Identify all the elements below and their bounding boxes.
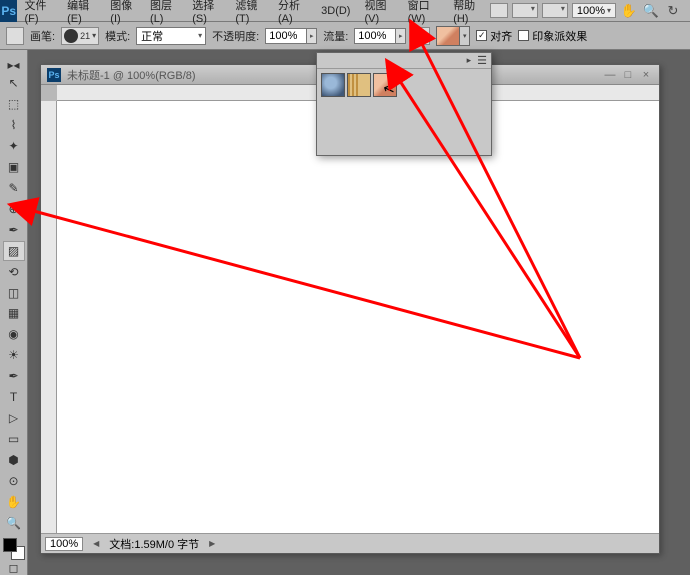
toolbox: ▸◂ ↖ ⬚ ⌇ ✦ ▣ ✎ ⊕ ✒ ▨ ⟲ ◫ ▦ ◉ ☀ ✒ T ▷ ▭ ⬢… <box>0 50 28 575</box>
pen-tool[interactable]: ✒ <box>3 366 25 386</box>
menubar-right: 100% ✋ 🔍 ↻ <box>490 2 690 20</box>
align-label: 对齐 <box>490 28 512 44</box>
zoom-tool[interactable]: 🔍 <box>3 513 25 533</box>
eyedropper-tool[interactable]: ✎ <box>3 178 25 198</box>
impressionist-label: 印象派效果 <box>532 28 587 44</box>
options-bar: 画笔: 21 ▾ 模式: 正常 不透明度: 100% ▸ 流量: 100% ▸ … <box>0 22 690 50</box>
mode-value: 正常 <box>141 28 163 44</box>
chevron-down-icon: ▾ <box>92 31 96 40</box>
pattern-thumb[interactable] <box>321 73 345 97</box>
menu-help[interactable]: 帮助(H) <box>446 0 490 25</box>
pattern-thumb[interactable] <box>347 73 371 97</box>
type-tool[interactable]: T <box>3 387 25 407</box>
zoom-status[interactable]: 100% <box>45 537 83 551</box>
zoom-status-value: 100% <box>50 538 78 550</box>
quickmask-toggle[interactable]: ◻ <box>3 561 25 575</box>
document-body <box>41 101 659 533</box>
flow-label: 流量: <box>323 28 348 44</box>
checkbox-icon <box>518 30 529 41</box>
canvas[interactable] <box>57 101 659 533</box>
path-tool[interactable]: ▷ <box>3 408 25 428</box>
status-bar: 100% ◀ 文档:1.59M/0 字节 ▶ <box>41 533 659 553</box>
pattern-picker-popup: ▸ ☰ ↖ <box>316 52 492 156</box>
blur-tool[interactable]: ◉ <box>3 324 25 344</box>
dodge-tool[interactable]: ☀ <box>3 345 25 365</box>
opacity-input[interactable]: 100% <box>265 28 307 44</box>
zoom-tool-icon[interactable]: 🔍 <box>642 2 660 20</box>
hand-tool-icon[interactable]: ✋ <box>620 2 638 20</box>
foreground-swatch[interactable] <box>3 538 17 552</box>
mode-dropdown[interactable]: 正常 <box>136 27 206 45</box>
rotate-view-icon[interactable]: ↻ <box>664 2 682 20</box>
lasso-tool[interactable]: ⌇ <box>3 115 25 135</box>
shape-tool[interactable]: ▭ <box>3 429 25 449</box>
magic-wand-tool[interactable]: ✦ <box>3 136 25 156</box>
tool-preset-picker[interactable] <box>6 27 24 45</box>
popup-arrow-icon[interactable]: ▸ <box>467 55 472 66</box>
move-tool[interactable]: ↖ <box>3 73 25 93</box>
close-button[interactable]: × <box>639 69 653 81</box>
menu-layer[interactable]: 图层(L) <box>143 0 185 25</box>
popup-header: ▸ ☰ <box>317 53 491 69</box>
flow-value: 100% <box>358 30 386 42</box>
brush-tool[interactable]: ✒ <box>3 220 25 240</box>
eraser-tool[interactable]: ◫ <box>3 283 25 303</box>
marquee-tool[interactable]: ⬚ <box>3 94 25 114</box>
3d-camera-tool[interactable]: ⊙ <box>3 471 25 491</box>
zoom-value: 100% <box>577 5 605 17</box>
menu-file[interactable]: 文件(F) <box>17 0 60 25</box>
align-checkbox[interactable]: ✓ 对齐 <box>476 28 512 44</box>
menu-window[interactable]: 窗口(W) <box>401 0 447 25</box>
opacity-arrow[interactable]: ▸ <box>307 28 317 44</box>
opacity-label: 不透明度: <box>212 28 259 44</box>
flow-input[interactable]: 100% <box>354 28 396 44</box>
ps-icon: Ps <box>47 68 61 82</box>
arrange-docs-dropdown[interactable] <box>512 3 538 18</box>
menu-3d[interactable]: 3D(D) <box>314 5 357 17</box>
stamp-tool[interactable]: ▨ <box>3 241 25 261</box>
brush-picker[interactable]: 21 ▾ <box>61 27 99 45</box>
launch-bridge-icon[interactable] <box>490 3 508 18</box>
window-buttons: — □ × <box>603 69 653 81</box>
arrow-icon[interactable]: ▶ <box>207 539 217 548</box>
brush-preview-icon <box>64 29 78 43</box>
crop-tool[interactable]: ▣ <box>3 157 25 177</box>
maximize-button[interactable]: □ <box>621 69 635 81</box>
pattern-picker-arrow[interactable]: ▾ <box>460 26 470 46</box>
mode-label: 模式: <box>105 28 130 44</box>
checkbox-icon: ✓ <box>476 30 487 41</box>
toolbox-grip-icon[interactable]: ▸◂ <box>3 58 25 72</box>
ruler-vertical[interactable] <box>41 101 57 533</box>
history-brush-tool[interactable]: ⟲ <box>3 262 25 282</box>
pattern-grid <box>317 69 491 101</box>
brush-size: 21 <box>80 31 90 41</box>
hand-tool[interactable]: ✋ <box>3 492 25 512</box>
app-icon: Ps <box>0 0 17 22</box>
minimize-button[interactable]: — <box>603 69 617 81</box>
popup-menu-icon[interactable]: ☰ <box>477 54 487 67</box>
menu-select[interactable]: 选择(S) <box>185 0 228 25</box>
impressionist-checkbox[interactable]: 印象派效果 <box>518 28 587 44</box>
menu-image[interactable]: 图像(I) <box>103 0 143 25</box>
3d-tool[interactable]: ⬢ <box>3 450 25 470</box>
menu-edit[interactable]: 编辑(E) <box>60 0 103 25</box>
airbrush-toggle[interactable]: ✈ <box>412 27 430 45</box>
arrow-icon[interactable]: ◀ <box>91 539 101 548</box>
menu-analysis[interactable]: 分析(A) <box>271 0 314 25</box>
document-title: 未标题-1 @ 100%(RGB/8) <box>67 67 196 83</box>
menu-filter[interactable]: 滤镜(T) <box>228 0 271 25</box>
color-swatches[interactable] <box>3 538 25 560</box>
zoom-level-dropdown[interactable]: 100% <box>572 3 616 18</box>
menubar: Ps 文件(F) 编辑(E) 图像(I) 图层(L) 选择(S) 滤镜(T) 分… <box>0 0 690 22</box>
menu-view[interactable]: 视图(V) <box>357 0 400 25</box>
healing-tool[interactable]: ⊕ <box>3 199 25 219</box>
pattern-sample-thumb[interactable] <box>436 26 460 46</box>
screen-mode-dropdown[interactable] <box>542 3 568 18</box>
opacity-value: 100% <box>269 30 297 42</box>
doc-size-status: 文档:1.59M/0 字节 <box>109 536 199 552</box>
flow-arrow[interactable]: ▸ <box>396 28 406 44</box>
gradient-tool[interactable]: ▦ <box>3 303 25 323</box>
brush-label: 画笔: <box>30 28 55 44</box>
